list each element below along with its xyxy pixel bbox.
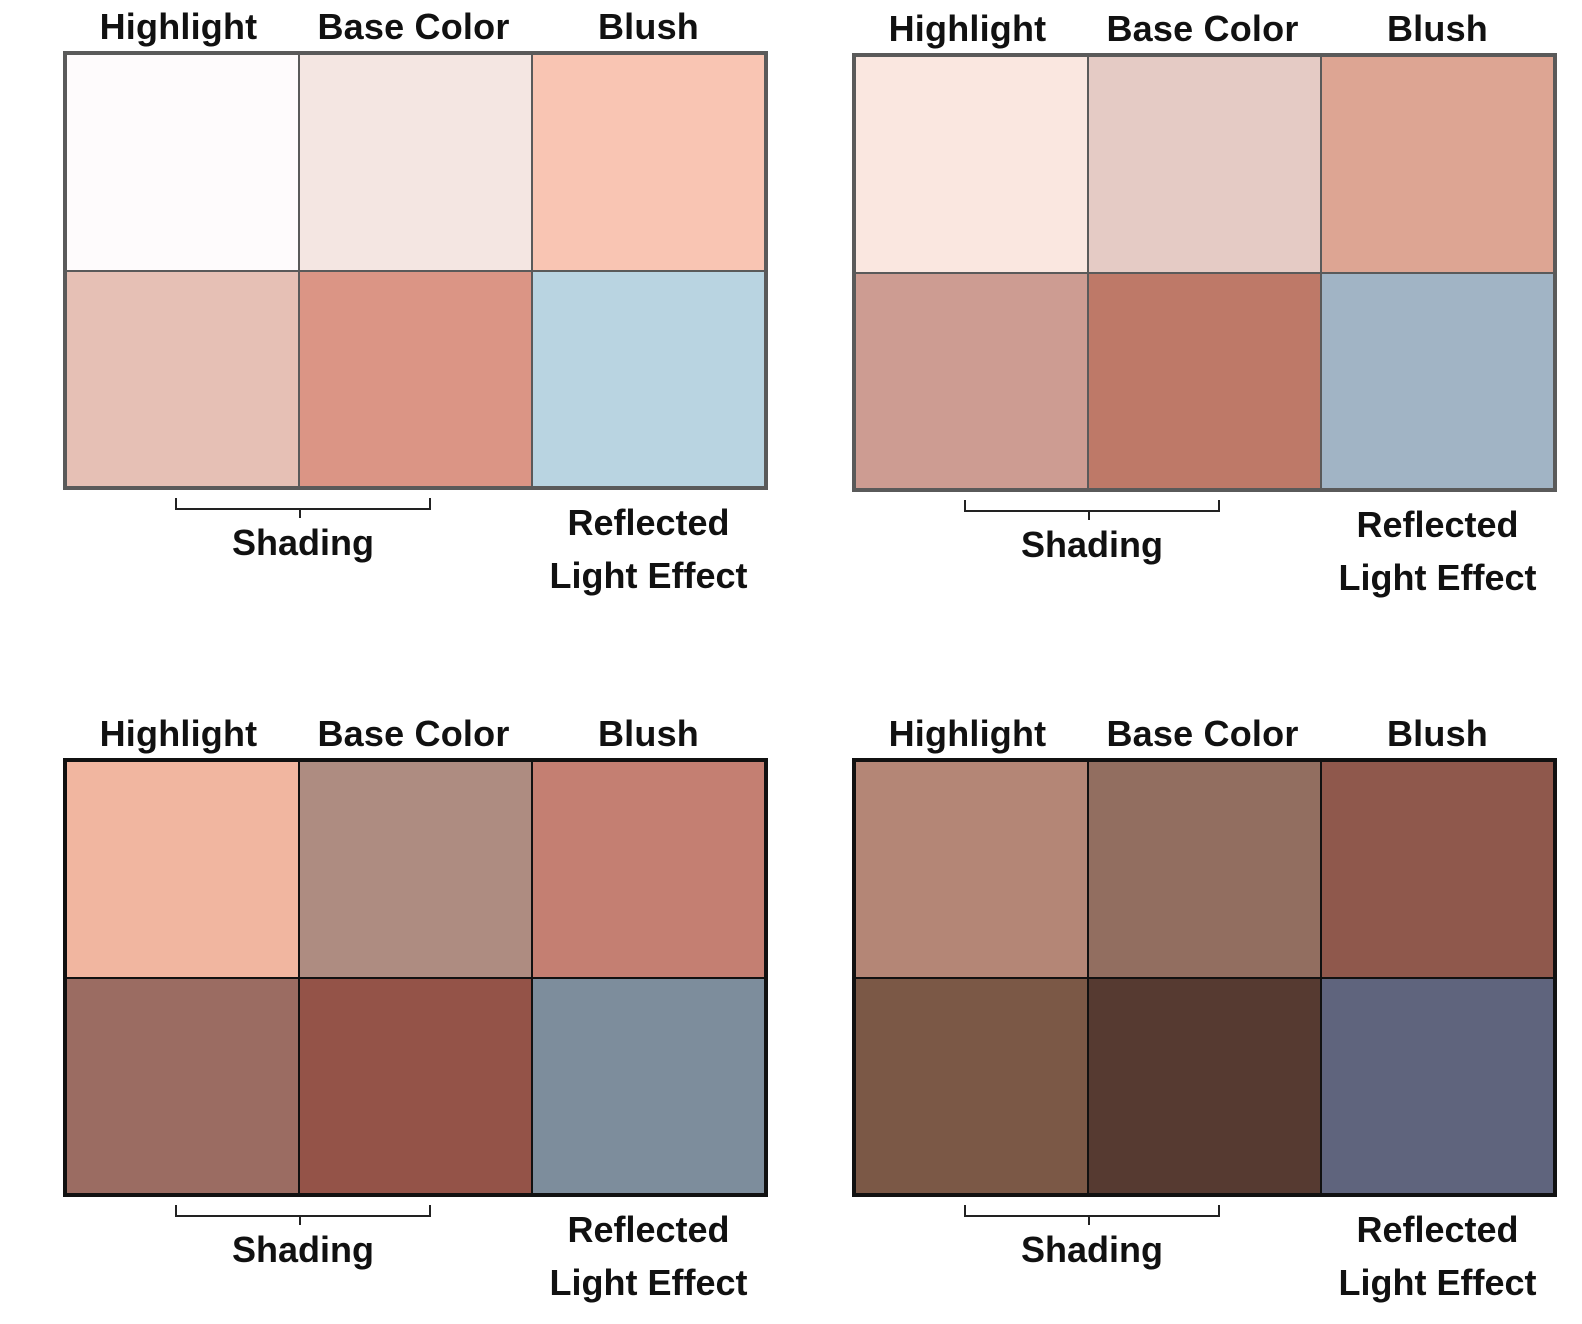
swatch-highlight bbox=[856, 762, 1087, 977]
shading-bracket-tick bbox=[1088, 510, 1090, 520]
reflected-label-line1: Reflected bbox=[1356, 1209, 1519, 1250]
swatch-base-color bbox=[1089, 762, 1320, 977]
swatch-shading-dark bbox=[1089, 978, 1320, 1193]
palette-light: Highlight Base Color Blush Shading Refle… bbox=[852, 2, 1557, 602]
reflected-label-line1: Reflected bbox=[567, 502, 730, 543]
shading-bracket bbox=[175, 498, 431, 510]
swatch-base-color bbox=[1089, 57, 1320, 272]
swatch-blush bbox=[533, 55, 764, 270]
column-headers: Highlight Base Color Blush bbox=[63, 711, 768, 757]
shading-bracket bbox=[175, 1205, 431, 1217]
shading-bracket bbox=[964, 500, 1220, 512]
reflected-label-line2: Light Effect bbox=[549, 1262, 748, 1303]
palette-fair: Highlight Base Color Blush Shading Refle… bbox=[63, 0, 768, 600]
reflected-light-label: Reflected Light Effect bbox=[1320, 1203, 1555, 1309]
reflected-label-line2: Light Effect bbox=[1338, 557, 1537, 598]
blush-label: Blush bbox=[597, 713, 699, 754]
swatch-base-color bbox=[300, 762, 531, 977]
swatch-reflected-light bbox=[533, 271, 764, 486]
swatch-grid bbox=[63, 51, 768, 490]
reflected-label-line1: Reflected bbox=[567, 1209, 730, 1250]
highlight-label: Highlight bbox=[888, 8, 1047, 49]
shading-bracket bbox=[964, 1205, 1220, 1217]
column-headers: Highlight Base Color Blush bbox=[852, 711, 1557, 757]
swatch-blush bbox=[533, 762, 764, 977]
swatch-base-color bbox=[300, 55, 531, 270]
swatch-shading-dark bbox=[1089, 273, 1320, 488]
swatch-shading-dark bbox=[300, 978, 531, 1193]
reflected-label-line2: Light Effect bbox=[549, 555, 748, 596]
blush-label: Blush bbox=[1386, 8, 1488, 49]
swatch-highlight bbox=[67, 762, 298, 977]
reflected-light-label: Reflected Light Effect bbox=[531, 496, 766, 602]
swatch-shading-light bbox=[856, 978, 1087, 1193]
highlight-label: Highlight bbox=[888, 713, 1047, 754]
swatch-shading-light bbox=[67, 978, 298, 1193]
swatch-reflected-light bbox=[1322, 978, 1553, 1193]
reflected-label-line2: Light Effect bbox=[1338, 1262, 1537, 1303]
reflected-label-line1: Reflected bbox=[1356, 504, 1519, 545]
palette-medium: Highlight Base Color Blush Shading Refle… bbox=[63, 707, 768, 1307]
swatch-shading-dark bbox=[300, 271, 531, 486]
shading-bracket-tick bbox=[299, 1215, 301, 1225]
reflected-light-label: Reflected Light Effect bbox=[1320, 498, 1555, 604]
shading-bracket-tick bbox=[1088, 1215, 1090, 1225]
swatch-grid bbox=[63, 758, 768, 1197]
swatch-blush bbox=[1322, 57, 1553, 272]
column-headers: Highlight Base Color Blush bbox=[63, 4, 768, 50]
swatch-grid bbox=[852, 53, 1557, 492]
base-color-label: Base Color bbox=[1106, 8, 1299, 49]
swatch-shading-light bbox=[856, 273, 1087, 488]
shading-label: Shading bbox=[232, 522, 374, 563]
highlight-label: Highlight bbox=[99, 6, 258, 47]
column-headers: Highlight Base Color Blush bbox=[852, 6, 1557, 52]
shading-bracket-tick bbox=[299, 508, 301, 518]
swatch-shading-light bbox=[67, 271, 298, 486]
swatch-grid bbox=[852, 758, 1557, 1197]
swatch-highlight bbox=[67, 55, 298, 270]
reflected-light-label: Reflected Light Effect bbox=[531, 1203, 766, 1309]
base-color-label: Base Color bbox=[317, 6, 510, 47]
shading-label: Shading bbox=[232, 1229, 374, 1270]
blush-label: Blush bbox=[597, 6, 699, 47]
swatch-blush bbox=[1322, 762, 1553, 977]
shading-label: Shading bbox=[1021, 524, 1163, 565]
swatch-reflected-light bbox=[1322, 273, 1553, 488]
base-color-label: Base Color bbox=[317, 713, 510, 754]
blush-label: Blush bbox=[1386, 713, 1488, 754]
swatch-reflected-light bbox=[533, 978, 764, 1193]
base-color-label: Base Color bbox=[1106, 713, 1299, 754]
swatch-highlight bbox=[856, 57, 1087, 272]
palette-deep: Highlight Base Color Blush Shading Refle… bbox=[852, 707, 1557, 1307]
shading-label: Shading bbox=[1021, 1229, 1163, 1270]
highlight-label: Highlight bbox=[99, 713, 258, 754]
